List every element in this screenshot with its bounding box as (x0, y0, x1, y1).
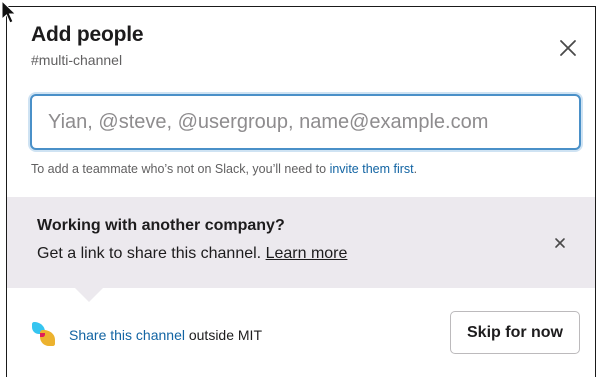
people-search-field[interactable] (30, 94, 581, 150)
invite-hint-suffix: . (413, 162, 418, 176)
people-search-input[interactable] (32, 96, 579, 148)
share-this-channel-link[interactable]: Share this channel (69, 327, 185, 343)
mouse-cursor-icon (1, 0, 17, 24)
banner-title: Working with another company? (37, 217, 285, 234)
share-outside-suffix: outside MIT (184, 327, 262, 343)
add-people-dialog: Add people #multi-channel To add a teamm… (6, 6, 596, 377)
channel-name: #multi-channel (31, 52, 123, 68)
invite-hint: To add a teammate who’s not on Slack, yo… (31, 162, 417, 176)
share-channel-banner: Working with another company? Get a link… (7, 197, 595, 288)
banner-body-text: Get a link to share this channel. (37, 245, 266, 262)
share-outside-text: Share this channel outside MIT (69, 327, 262, 343)
skip-for-now-button[interactable]: Skip for now (450, 311, 580, 354)
dialog-title: Add people (31, 23, 144, 46)
banner-pointer (75, 288, 103, 302)
close-icon[interactable] (557, 37, 579, 59)
invite-hint-text: To add a teammate who’s not on Slack, yo… (31, 162, 330, 176)
close-icon[interactable] (552, 235, 568, 251)
invite-them-first-link[interactable]: invite them first (330, 162, 414, 176)
learn-more-link[interactable]: Learn more (266, 245, 348, 262)
shared-channel-icon (32, 322, 55, 346)
banner-body: Get a link to share this channel. Learn … (37, 245, 347, 263)
